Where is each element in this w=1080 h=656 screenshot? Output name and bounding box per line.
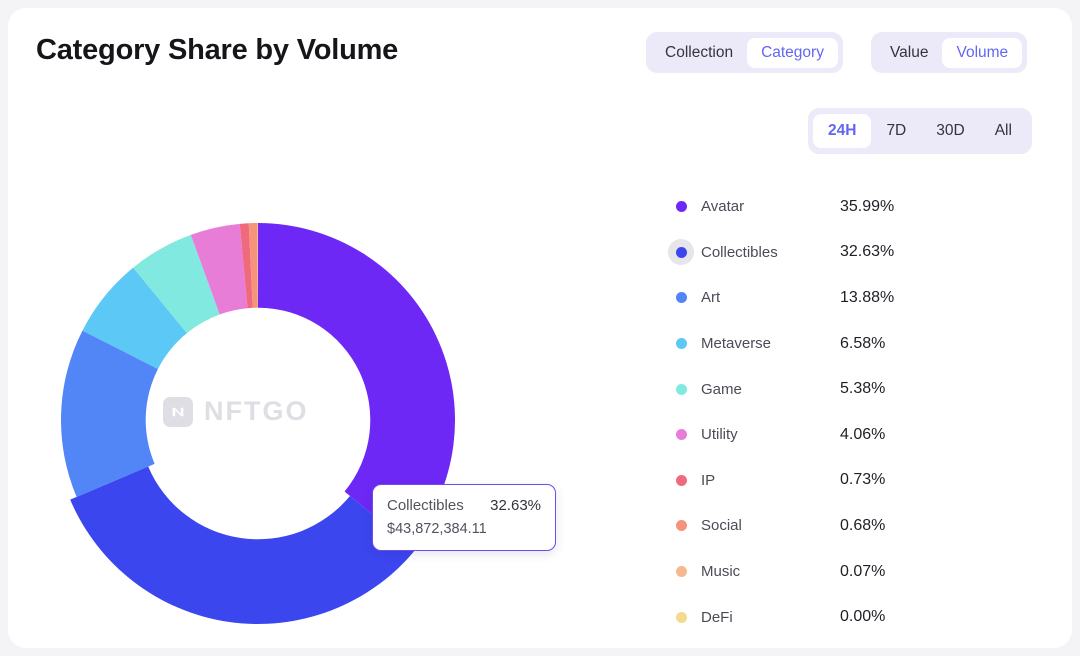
legend-percent: 0.00% [840,608,886,626]
legend-dot [675,429,687,441]
legend-item-music[interactable]: Music 0.07% [668,549,968,595]
legend-item-metaverse[interactable]: Metaverse 6.58% [668,321,968,367]
legend-dot [675,611,687,623]
legend-item-utility[interactable]: Utility 4.06% [668,412,968,458]
tooltip-value: $43,872,384.11 [387,521,487,537]
legend-label: Avatar [701,198,745,216]
nftgo-wordmark: NFTGO [204,396,309,426]
time-range-row: 24H 7D 30D All [808,108,1032,154]
legend-item-collectibles[interactable]: Collectibles 32.63% [668,230,968,276]
metric-option-value[interactable]: Value [876,38,943,68]
legend-percent: 4.06% [840,425,886,443]
legend-item-ip[interactable]: IP 0.73% [668,458,968,504]
legend-percent: 0.73% [840,471,886,489]
legend-dot [675,566,687,578]
legend-swatch-icon [668,239,694,266]
scope-toggle-group[interactable]: Collection Category [646,32,843,73]
legend-swatch-icon [668,376,694,402]
time-range-7d[interactable]: 7D [871,114,921,148]
control-toggles: Collection Category Value Volume [646,32,1028,73]
chart-legend: Avatar 35.99% Collectibles 32.63% Art 13.88% M… [668,184,968,640]
legend-item-avatar[interactable]: Avatar 35.99% [668,184,968,230]
chart-card: Category Share by Volume Collection Cate… [8,8,1072,648]
legend-swatch-icon [668,331,694,357]
legend-label: Music [701,563,741,581]
legend-percent: 13.88% [840,288,895,306]
tooltip-category-name: Collectibles [387,497,464,514]
time-range-group[interactable]: 24H 7D 30D All [808,108,1032,154]
legend-label: Collectibles [701,243,778,261]
time-range-30d[interactable]: 30D [921,114,979,148]
legend-swatch-icon [668,513,694,539]
legend-dot [675,474,687,486]
scope-option-category[interactable]: Category [747,37,838,68]
legend-dot [675,201,687,213]
legend-label: DeFi [701,608,733,626]
legend-percent: 6.58% [840,334,886,352]
legend-dot [675,292,687,304]
nftgo-mark-icon [163,396,193,427]
legend-percent: 5.38% [840,380,886,398]
legend-label: Utility [701,426,738,444]
time-range-24h[interactable]: 24H [813,114,872,148]
legend-dot [675,246,687,258]
metric-toggle-group[interactable]: Value Volume [870,32,1028,73]
legend-swatch-icon [668,604,694,630]
legend-swatch-icon [668,422,694,448]
legend-label: Metaverse [701,335,772,353]
legend-percent: 32.63% [840,243,895,261]
tooltip-percent: 32.63% [490,497,541,514]
legend-swatch-icon [668,467,694,493]
legend-percent: 35.99% [840,197,895,215]
legend-swatch-icon [668,194,694,220]
chart-tooltip: Collectibles 32.63% $43,872,384.11 [372,484,556,551]
page-title: Category Share by Volume [36,34,399,66]
legend-percent: 0.68% [840,516,886,534]
legend-label: Social [701,517,742,535]
legend-percent: 0.07% [840,562,886,580]
legend-dot [675,520,687,532]
legend-swatch-icon [668,559,694,585]
time-range-all[interactable]: All [980,114,1027,148]
metric-option-volume[interactable]: Volume [942,37,1023,68]
legend-swatch-icon [668,285,694,311]
tooltip-header: Collectibles 32.63% [387,497,541,514]
legend-label: Game [701,380,742,398]
legend-item-game[interactable]: Game 5.38% [668,366,968,412]
legend-label: IP [701,471,716,489]
legend-item-art[interactable]: Art 13.88% [668,275,968,321]
scope-option-collection[interactable]: Collection [651,38,747,68]
legend-dot [675,338,687,350]
legend-item-defi[interactable]: DeFi 0.00% [668,594,968,640]
nftgo-logo: NFTGO [163,396,309,427]
legend-label: Art [701,289,721,307]
legend-dot [675,383,687,395]
legend-item-social[interactable]: Social 0.68% [668,503,968,549]
